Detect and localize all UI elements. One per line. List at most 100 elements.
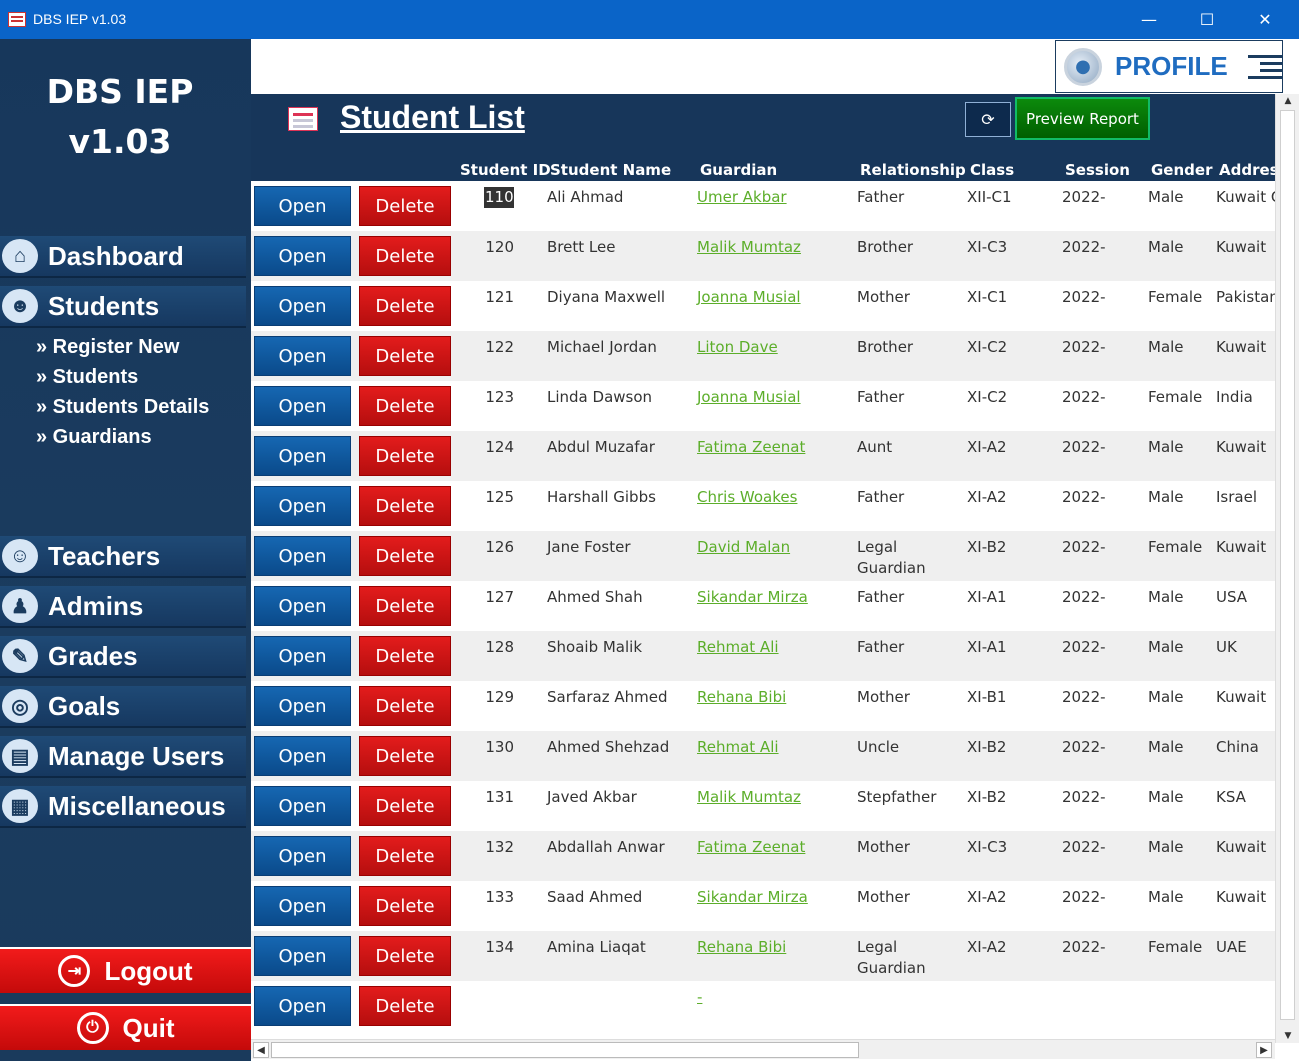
student-id-cell[interactable]: 122 (484, 337, 514, 358)
student-id-cell[interactable]: 130 (484, 737, 514, 758)
table-row[interactable]: Open Delete 133 Saad Ahmed Sikandar Mirza Mot… (251, 881, 1275, 931)
column-header-address[interactable]: Address (1219, 161, 1275, 179)
delete-button[interactable]: Delete (359, 686, 451, 726)
student-id-cell[interactable]: 134 (484, 937, 514, 958)
open-button[interactable]: Open (254, 436, 351, 476)
delete-button[interactable]: Delete (359, 236, 451, 276)
delete-button[interactable]: Delete (359, 186, 451, 226)
open-button[interactable]: Open (254, 936, 351, 976)
guardian-link[interactable]: Chris Woakes (697, 487, 797, 508)
open-button[interactable]: Open (254, 636, 351, 676)
student-name-cell[interactable]: Amina Liaqat (547, 937, 646, 958)
guardian-link[interactable]: Rehmat Ali (697, 737, 779, 758)
student-name-cell[interactable]: Abdallah Anwar (547, 837, 665, 858)
guardian-link[interactable]: Sikandar Mirza (697, 887, 808, 908)
column-header-class[interactable]: Class (970, 161, 1014, 179)
table-row[interactable]: Open Delete 127 Ahmed Shah Sikandar Mirza Fat… (251, 581, 1275, 631)
student-name-cell[interactable]: Abdul Muzafar (547, 437, 655, 458)
delete-button[interactable]: Delete (359, 486, 451, 526)
nav-teachers[interactable]: ☺ Teachers (0, 536, 246, 578)
delete-button[interactable]: Delete (359, 886, 451, 926)
sub-students-details[interactable]: » Students Details (36, 396, 209, 419)
open-button[interactable]: Open (254, 536, 351, 576)
student-id-cell[interactable]: 124 (484, 437, 514, 458)
guardian-link[interactable]: Rehana Bibi (697, 687, 786, 708)
open-button[interactable]: Open (254, 586, 351, 626)
open-button[interactable]: Open (254, 686, 351, 726)
refresh-icon[interactable]: ⟳ (965, 102, 1011, 137)
student-id-cell[interactable]: 129 (484, 687, 514, 708)
table-row[interactable]: Open Delete 110 Ali Ahmad Umer Akbar Father XI… (251, 181, 1275, 231)
student-name-cell[interactable]: Ahmed Shah (547, 587, 643, 608)
open-button[interactable]: Open (254, 286, 351, 326)
nav-manage-users[interactable]: ▤ Manage Users (0, 736, 246, 778)
guardian-link[interactable]: Fatima Zeenat (697, 437, 805, 458)
open-button[interactable]: Open (254, 786, 351, 826)
table-row[interactable]: Open Delete 132 Abdallah Anwar Fatima Zeenat… (251, 831, 1275, 881)
student-name-cell[interactable]: Javed Akbar (547, 787, 637, 808)
delete-button[interactable]: Delete (359, 536, 451, 576)
table-row[interactable]: Open Delete 129 Sarfaraz Ahmed Rehana Bibi Mo… (251, 681, 1275, 731)
student-id-cell[interactable]: 110 (484, 187, 514, 208)
guardian-link[interactable]: Joanna Musial (697, 387, 801, 408)
minimize-button[interactable]: — (1120, 0, 1178, 39)
guardian-link[interactable]: - (697, 987, 702, 1008)
delete-button[interactable]: Delete (359, 636, 451, 676)
column-header-session[interactable]: Session (1065, 161, 1130, 179)
open-button[interactable]: Open (254, 386, 351, 426)
column-header-student-id[interactable]: Student ID (460, 161, 551, 179)
nav-miscellaneous[interactable]: ▦ Miscellaneous (0, 786, 246, 828)
guardian-link[interactable]: Rehana Bibi (697, 937, 786, 958)
nav-dashboard[interactable]: ⌂ Dashboard (0, 236, 246, 278)
student-name-cell[interactable]: Shoaib Malik (547, 637, 642, 658)
student-id-cell[interactable]: 131 (484, 787, 514, 808)
student-name-cell[interactable]: Michael Jordan (547, 337, 657, 358)
student-name-cell[interactable]: Ali Ahmad (547, 187, 623, 208)
student-id-cell[interactable]: 132 (484, 837, 514, 858)
delete-button[interactable]: Delete (359, 986, 451, 1026)
delete-button[interactable]: Delete (359, 836, 451, 876)
table-row[interactable]: Open Delete 122 Michael Jordan Liton Dave Bro… (251, 331, 1275, 381)
open-button[interactable]: Open (254, 886, 351, 926)
student-name-cell[interactable]: Linda Dawson (547, 387, 652, 408)
maximize-button[interactable]: ☐ (1178, 0, 1236, 39)
menu-icon[interactable] (1247, 54, 1282, 79)
delete-button[interactable]: Delete (359, 736, 451, 776)
table-row[interactable]: Open Delete 128 Shoaib Malik Rehmat Ali Fathe… (251, 631, 1275, 681)
guardian-link[interactable]: David Malan (697, 537, 790, 558)
guardian-link[interactable]: Joanna Musial (697, 287, 801, 308)
delete-button[interactable]: Delete (359, 586, 451, 626)
guardian-link[interactable]: Sikandar Mirza (697, 587, 808, 608)
nav-grades[interactable]: ✎ Grades (0, 636, 246, 678)
guardian-link[interactable]: Malik Mumtaz (697, 787, 801, 808)
student-name-cell[interactable]: Brett Lee (547, 237, 615, 258)
guardian-link[interactable]: Malik Mumtaz (697, 237, 801, 258)
sub-students[interactable]: » Students (36, 366, 138, 389)
student-name-cell[interactable]: Diyana Maxwell (547, 287, 665, 308)
vertical-scroll-thumb[interactable] (1280, 110, 1295, 1020)
student-id-cell[interactable]: 120 (484, 237, 514, 258)
vertical-scrollbar[interactable]: ▲ ▼ (1275, 94, 1299, 1043)
guardian-link[interactable]: Fatima Zeenat (697, 837, 805, 858)
scroll-up-icon[interactable]: ▲ (1276, 94, 1299, 108)
sub-register-new[interactable]: » Register New (36, 336, 179, 359)
table-row[interactable]: Open Delete 130 Ahmed Shehzad Rehmat Ali Uncl… (251, 731, 1275, 781)
nav-goals[interactable]: ◎ Goals (0, 686, 246, 728)
student-name-cell[interactable]: Jane Foster (547, 537, 630, 558)
table-row[interactable]: Open Delete 123 Linda Dawson Joanna Musial Fa… (251, 381, 1275, 431)
table-row[interactable]: Open Delete 125 Harshall Gibbs Chris Woakes F… (251, 481, 1275, 531)
table-row[interactable]: Open Delete 131 Javed Akbar Malik Mumtaz Step… (251, 781, 1275, 831)
open-button[interactable]: Open (254, 986, 351, 1026)
delete-button[interactable]: Delete (359, 436, 451, 476)
profile-button[interactable]: ● PROFILE (1055, 40, 1283, 93)
student-name-cell[interactable]: Harshall Gibbs (547, 487, 656, 508)
student-id-cell[interactable]: 128 (484, 637, 514, 658)
horizontal-scrollbar[interactable]: ◀ ▶ (251, 1039, 1275, 1059)
student-id-cell[interactable]: 123 (484, 387, 514, 408)
guardian-link[interactable]: Liton Dave (697, 337, 778, 358)
scroll-right-icon[interactable]: ▶ (1256, 1042, 1272, 1058)
delete-button[interactable]: Delete (359, 386, 451, 426)
scroll-left-icon[interactable]: ◀ (253, 1042, 269, 1058)
close-button[interactable]: ✕ (1236, 0, 1294, 39)
delete-button[interactable]: Delete (359, 286, 451, 326)
